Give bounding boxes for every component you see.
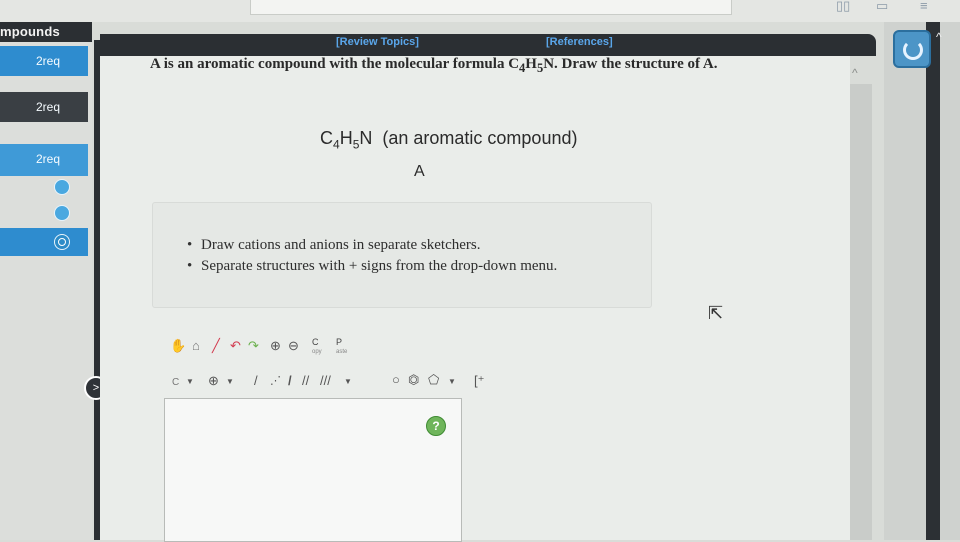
element-selector[interactable]: C	[172, 375, 179, 391]
browser-top-strip: ▯▯ ▭ ≡	[0, 0, 960, 22]
mouse-cursor-icon: ⇱	[708, 303, 724, 323]
tabs-icon[interactable]: ▯▯	[836, 0, 850, 12]
references-link[interactable]: [References]	[546, 36, 613, 48]
right-sidebar	[884, 22, 960, 540]
bracket-icon[interactable]: [⁺	[474, 373, 484, 389]
formula-caption: C4H5N (an aromatic compound)	[320, 128, 578, 152]
question-text: A is an aromatic compound with the molec…	[150, 56, 718, 75]
pentagon-ring-icon[interactable]: ⬠	[428, 372, 439, 388]
progress-ring-icon	[54, 234, 70, 250]
instruction-item: Draw cations and anions in separate sket…	[187, 235, 557, 256]
sidebar-item-1[interactable]: 2req	[0, 46, 88, 76]
chevron-down-icon[interactable]: ▼	[186, 374, 194, 390]
lasso-icon[interactable]: ⌂	[192, 338, 200, 354]
ring-icon[interactable]: ○	[392, 372, 400, 388]
chevron-down-icon[interactable]: ▼	[344, 374, 352, 390]
progress-dot-icon[interactable]	[54, 179, 70, 195]
triple-bond-icon[interactable]: ///	[320, 373, 331, 389]
chevron-down-icon[interactable]: ▼	[448, 374, 456, 390]
assignment-sidebar: mpounds 2req 2req 2req	[0, 22, 92, 540]
sidebar-title: mpounds	[0, 24, 60, 39]
sidebar-item-label: 2req	[36, 100, 61, 114]
instruction-item: Separate structures with + signs from th…	[187, 256, 557, 277]
zoom-out-icon[interactable]: ⊖	[288, 338, 299, 354]
sidebar-item-4[interactable]	[0, 228, 88, 256]
copy-button[interactable]: Copy	[312, 338, 322, 356]
review-topics-link[interactable]: [Review Topics]	[336, 36, 419, 48]
compound-label: A	[414, 163, 425, 180]
undo-icon[interactable]: ↶	[230, 338, 241, 354]
hand-icon[interactable]: ✋	[170, 338, 186, 354]
eraser-icon[interactable]: ╱	[212, 338, 220, 354]
scrollbar[interactable]	[850, 84, 872, 540]
redo-icon[interactable]: ↷	[248, 338, 259, 354]
double-bond-icon[interactable]: //	[302, 373, 309, 389]
help-button[interactable]: ?	[426, 416, 446, 436]
chevron-down-icon[interactable]: ▼	[226, 374, 234, 390]
question-header-bar: [Review Topics] [References]	[100, 34, 876, 56]
sketcher-toolbar-bottom: C ▼ ⊕ ▼ / ⋰ / // /// ▼ ○ ⏣ ⬠ ▼	[166, 372, 462, 394]
sketcher-canvas[interactable]	[164, 398, 462, 542]
sidebar-item-3[interactable]: 2req	[0, 144, 88, 176]
paste-button[interactable]: Paste	[336, 338, 347, 356]
progress-dot-icon[interactable]	[54, 205, 70, 221]
zoom-in-icon[interactable]: ⊕	[270, 338, 281, 354]
benzene-ring-icon[interactable]: ⏣	[408, 372, 419, 388]
single-bond-icon[interactable]: /	[254, 373, 258, 389]
charge-icon[interactable]: ⊕	[208, 373, 219, 389]
right-rail	[926, 22, 940, 540]
sidebar-header: mpounds	[0, 22, 92, 42]
refresh-icon[interactable]	[893, 30, 931, 68]
wedge-bond-icon[interactable]: /	[288, 373, 292, 389]
address-field[interactable]	[250, 0, 732, 15]
instructions-box: Draw cations and anions in separate sket…	[152, 202, 652, 308]
sidebar-item-2[interactable]: 2req	[0, 92, 88, 122]
menu-icon[interactable]: ≡	[920, 0, 928, 12]
scroll-up-icon[interactable]: ^	[852, 66, 858, 80]
instructions-list: Draw cations and anions in separate sket…	[187, 235, 557, 277]
window-icon[interactable]: ▭	[876, 0, 888, 12]
sidebar-item-label: 2req	[36, 152, 61, 166]
chevron-up-icon[interactable]: ^	[936, 30, 942, 44]
hashed-bond-icon[interactable]: ⋰	[270, 373, 281, 389]
sidebar-item-label: 2req	[36, 54, 61, 68]
